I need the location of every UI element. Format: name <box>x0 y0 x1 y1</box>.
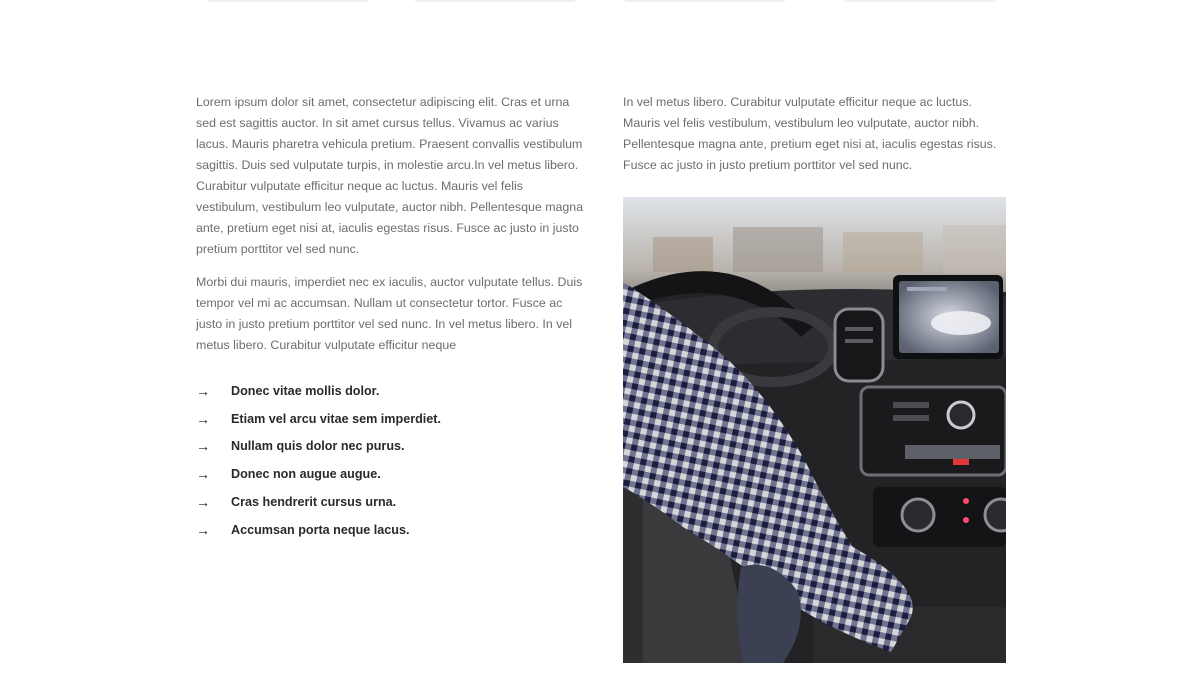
arrow-right-icon: → <box>196 438 210 455</box>
top-divider <box>845 0 995 2</box>
list-item-label: Etiam vel arcu vitae sem imperdiet. <box>231 411 441 426</box>
body-paragraph: Morbi dui mauris, imperdiet nec ex iacul… <box>196 275 583 352</box>
arrow-right-icon: → <box>196 466 210 483</box>
list-item-label: Nullam quis dolor nec purus. <box>231 439 405 454</box>
list-item-label: Accumsan porta neque lacus. <box>231 522 410 537</box>
list-item: → Nullam quis dolor nec purus. <box>196 433 584 461</box>
arrow-right-icon: → <box>196 382 210 399</box>
list-item: → Donec non augue augue. <box>196 460 584 488</box>
arrow-right-icon: → <box>196 410 210 427</box>
body-paragraph: Lorem ipsum dolor sit amet, consectetur … <box>196 95 584 256</box>
top-divider <box>208 0 368 2</box>
list-item: → Donec vitae mollis dolor. <box>196 377 584 405</box>
list-item: → Accumsan porta neque lacus. <box>196 516 584 544</box>
right-column: In vel metus libero. Curabitur vulputate… <box>623 92 1006 176</box>
top-divider <box>625 0 785 2</box>
list-item-label: Donec vitae mollis dolor. <box>231 383 380 398</box>
arrow-right-icon: → <box>196 521 210 538</box>
top-divider <box>415 0 575 2</box>
car-interior-photo <box>623 197 1006 663</box>
arrow-right-icon: → <box>196 494 210 511</box>
feature-list: → Donec vitae mollis dolor. → Etiam vel … <box>196 377 584 544</box>
body-paragraph: In vel metus libero. Curabitur vulputate… <box>623 95 997 172</box>
page: Lorem ipsum dolor sit amet, consectetur … <box>0 0 1200 675</box>
list-item: → Cras hendrerit cursus urna. <box>196 488 584 516</box>
list-item: → Etiam vel arcu vitae sem imperdiet. <box>196 405 584 433</box>
list-item-label: Cras hendrerit cursus urna. <box>231 495 397 510</box>
left-column: Lorem ipsum dolor sit amet, consectetur … <box>196 92 584 544</box>
list-item-label: Donec non augue augue. <box>231 467 381 482</box>
